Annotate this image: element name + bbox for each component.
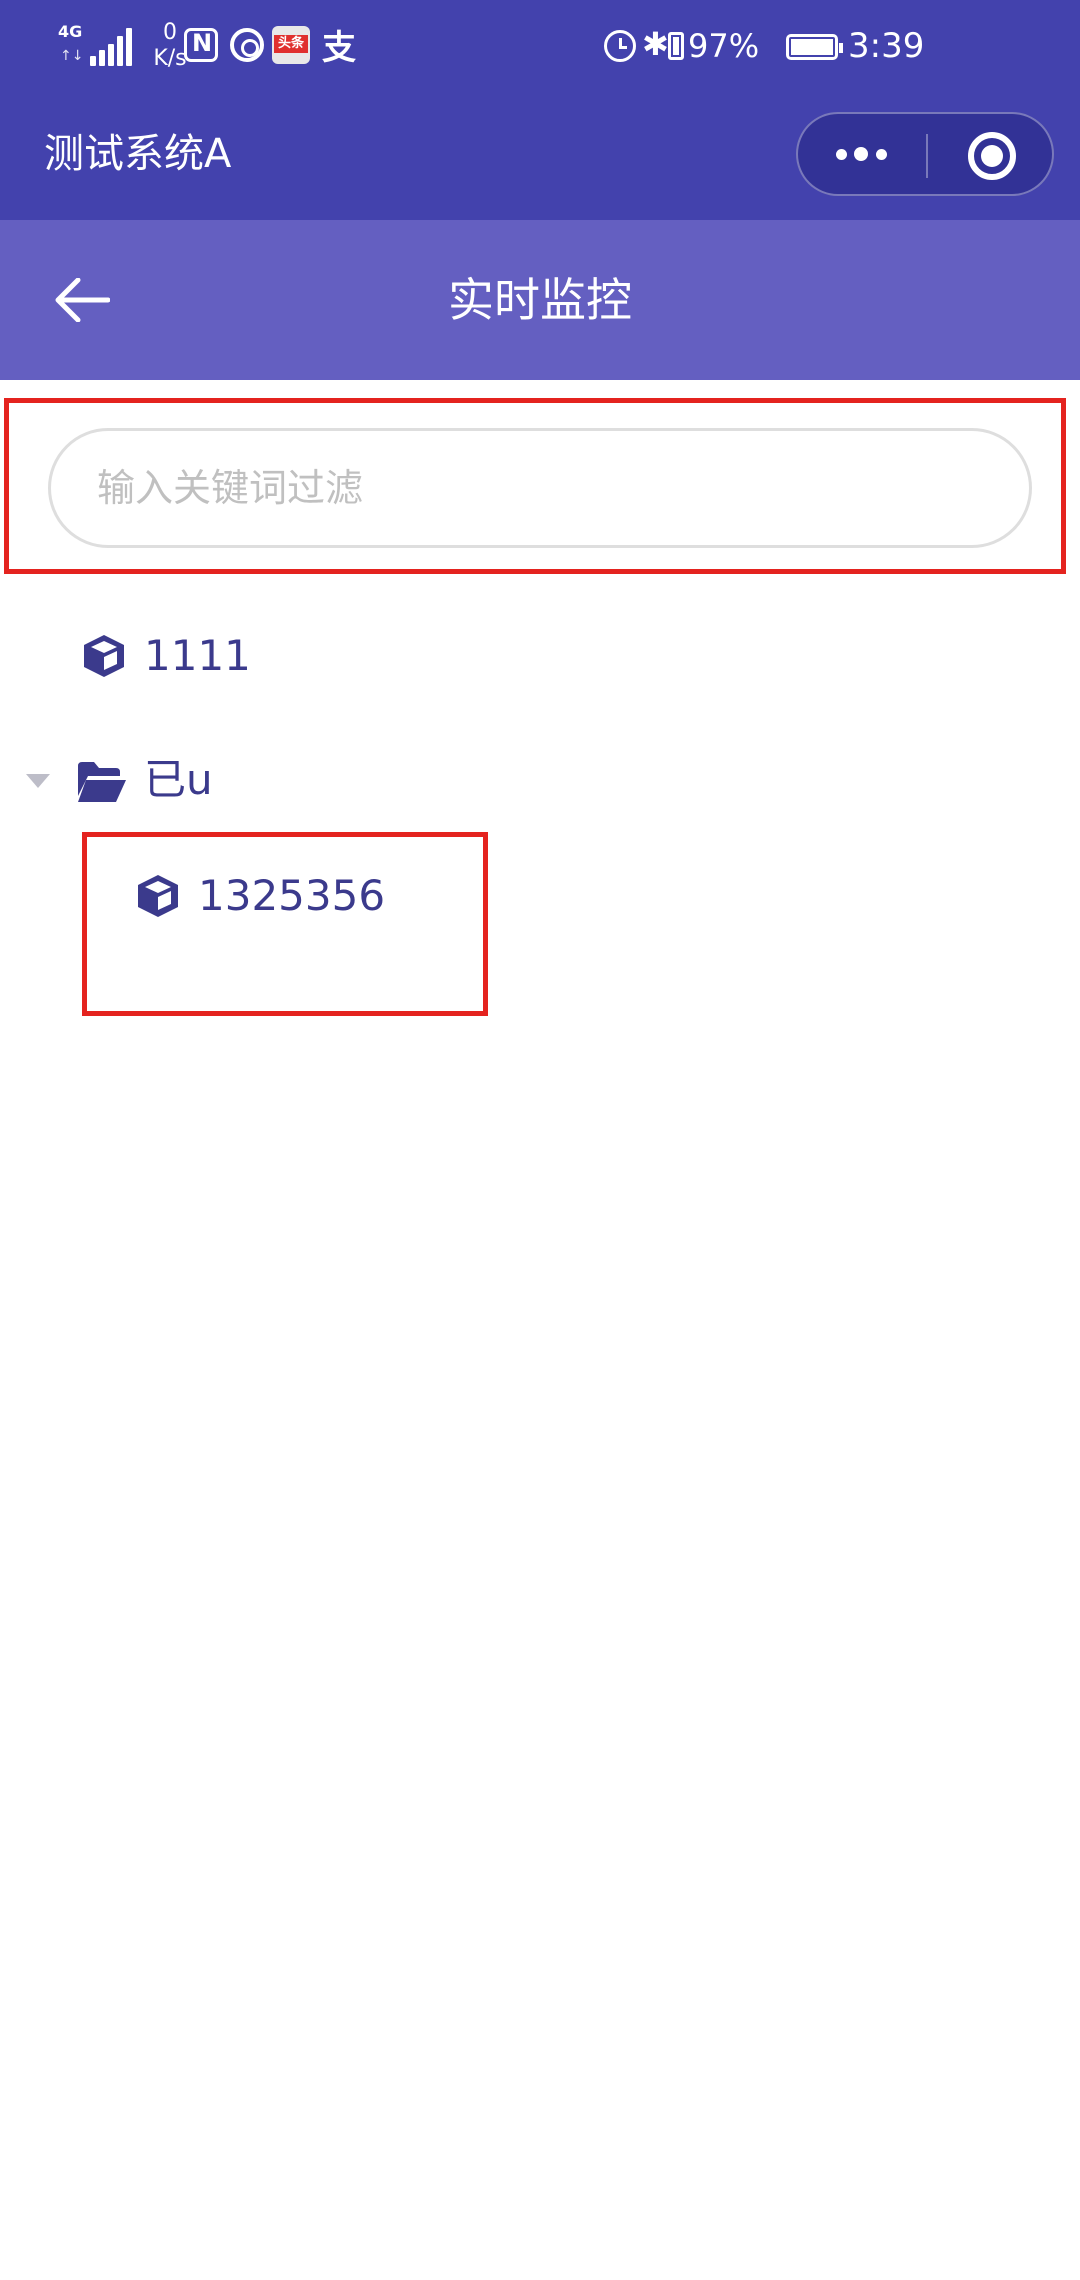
tree-node-label: 1325356: [198, 871, 386, 920]
status-bar: 4G ↑↓ 0 K/s 支 ✱ 97% 3:39: [0, 0, 1080, 92]
network-arrows: ↑↓: [60, 48, 84, 64]
capsule-menu: [796, 112, 1054, 196]
alipay-icon: 支: [322, 28, 356, 68]
search-input[interactable]: [48, 428, 1032, 548]
network-type: 4G: [58, 22, 83, 41]
toutiao-icon: [272, 26, 310, 64]
caret-down-icon[interactable]: [26, 774, 50, 788]
tree-group-label: 已u: [144, 755, 213, 804]
app-title-bar: 测试系统A: [0, 92, 1080, 220]
tree-node-device[interactable]: 1111: [70, 616, 470, 696]
signal-icon: [84, 26, 136, 66]
page-header: 实时监控: [0, 220, 1080, 380]
tree-node-device-child[interactable]: 1325356: [124, 856, 484, 936]
battery-charging-icon: [786, 34, 843, 60]
page-title: 实时监控: [448, 273, 632, 327]
tree-node-group[interactable]: 已u: [20, 740, 420, 820]
battery-percent: 97%: [688, 27, 760, 65]
close-miniprogram-icon[interactable]: [968, 132, 1016, 180]
netease-music-icon: [230, 28, 264, 62]
cube-icon: [84, 635, 124, 677]
bluetooth-icon: ✱: [642, 25, 669, 63]
folder-open-icon: [78, 762, 126, 802]
tree-node-label: 1111: [144, 631, 251, 680]
more-options-icon[interactable]: [826, 136, 898, 176]
cube-icon: [138, 875, 178, 917]
app-title: 测试系统A: [44, 131, 232, 177]
nfc-icon: [184, 28, 218, 62]
alarm-icon: [604, 30, 636, 62]
capsule-divider: [926, 134, 928, 178]
clock: 3:39: [848, 26, 925, 66]
vibrate-battery-icon: [668, 32, 684, 60]
